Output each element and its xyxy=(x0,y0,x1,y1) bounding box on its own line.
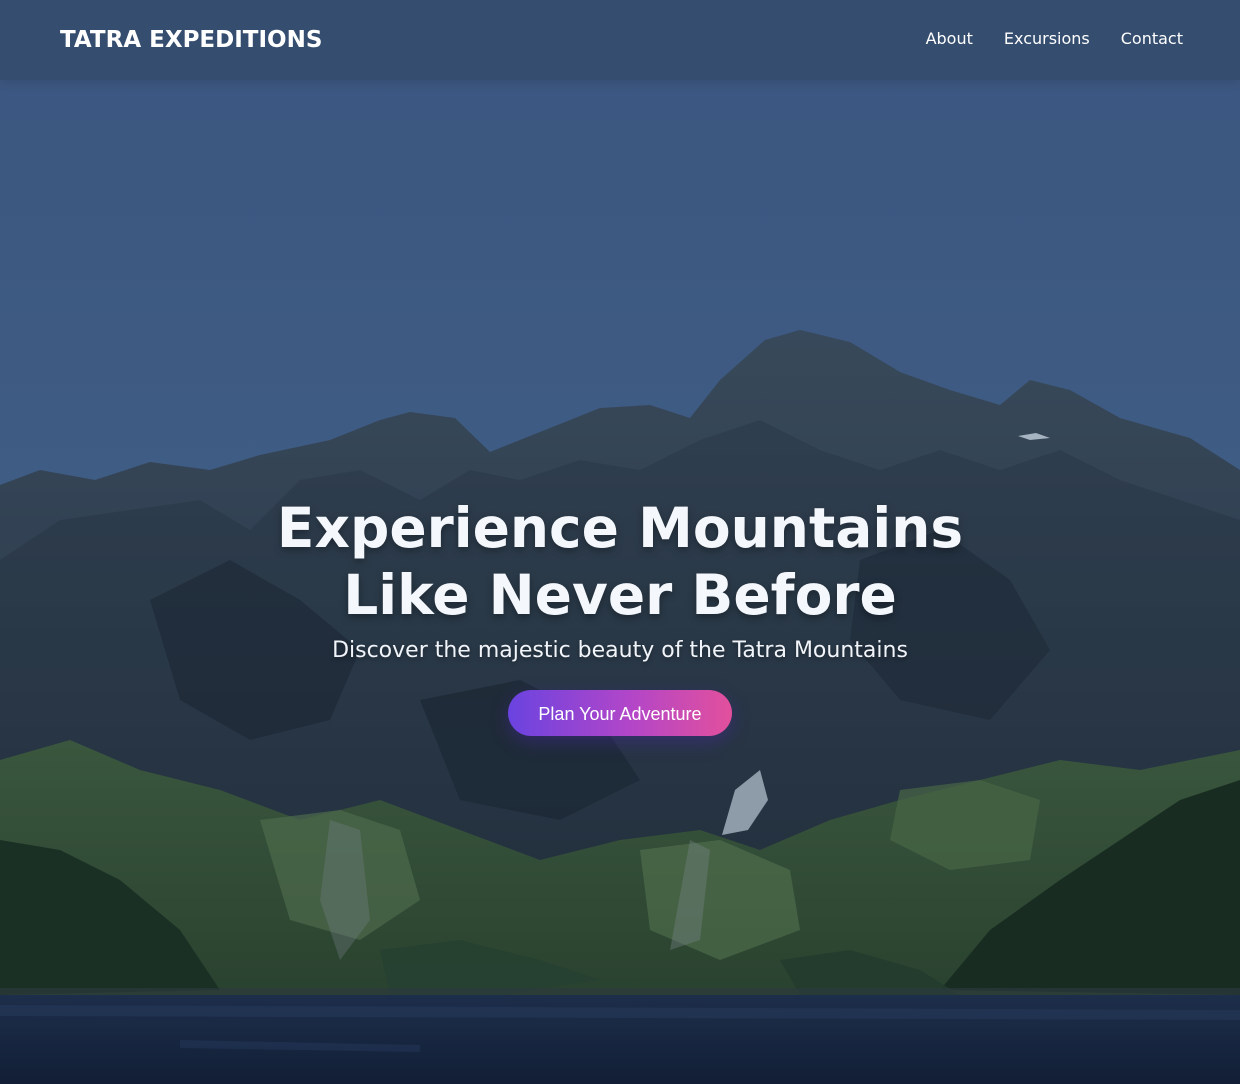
hero-headline-line-2: Like Never Before xyxy=(343,563,897,627)
hero-headline-line-1: Experience Mountains xyxy=(276,496,964,560)
plan-adventure-button[interactable]: Plan Your Adventure xyxy=(508,690,732,736)
landing-page: TATRA EXPEDITIONS About Excursions Conta… xyxy=(0,0,1240,1084)
hero-headline: Experience Mountains Like Never Before xyxy=(0,495,1240,629)
nav-link-about[interactable]: About xyxy=(926,27,973,51)
hero-subtitle: Discover the majestic beauty of the Tatr… xyxy=(332,638,908,663)
nav-link-excursions[interactable]: Excursions xyxy=(1004,27,1090,51)
main-nav: About Excursions Contact xyxy=(926,27,1183,51)
top-navbar: TATRA EXPEDITIONS About Excursions Conta… xyxy=(0,0,1240,80)
hero-content: Experience Mountains Like Never Before D… xyxy=(0,495,1240,736)
nav-link-contact[interactable]: Contact xyxy=(1121,27,1183,51)
site-logo[interactable]: TATRA EXPEDITIONS xyxy=(60,24,322,56)
